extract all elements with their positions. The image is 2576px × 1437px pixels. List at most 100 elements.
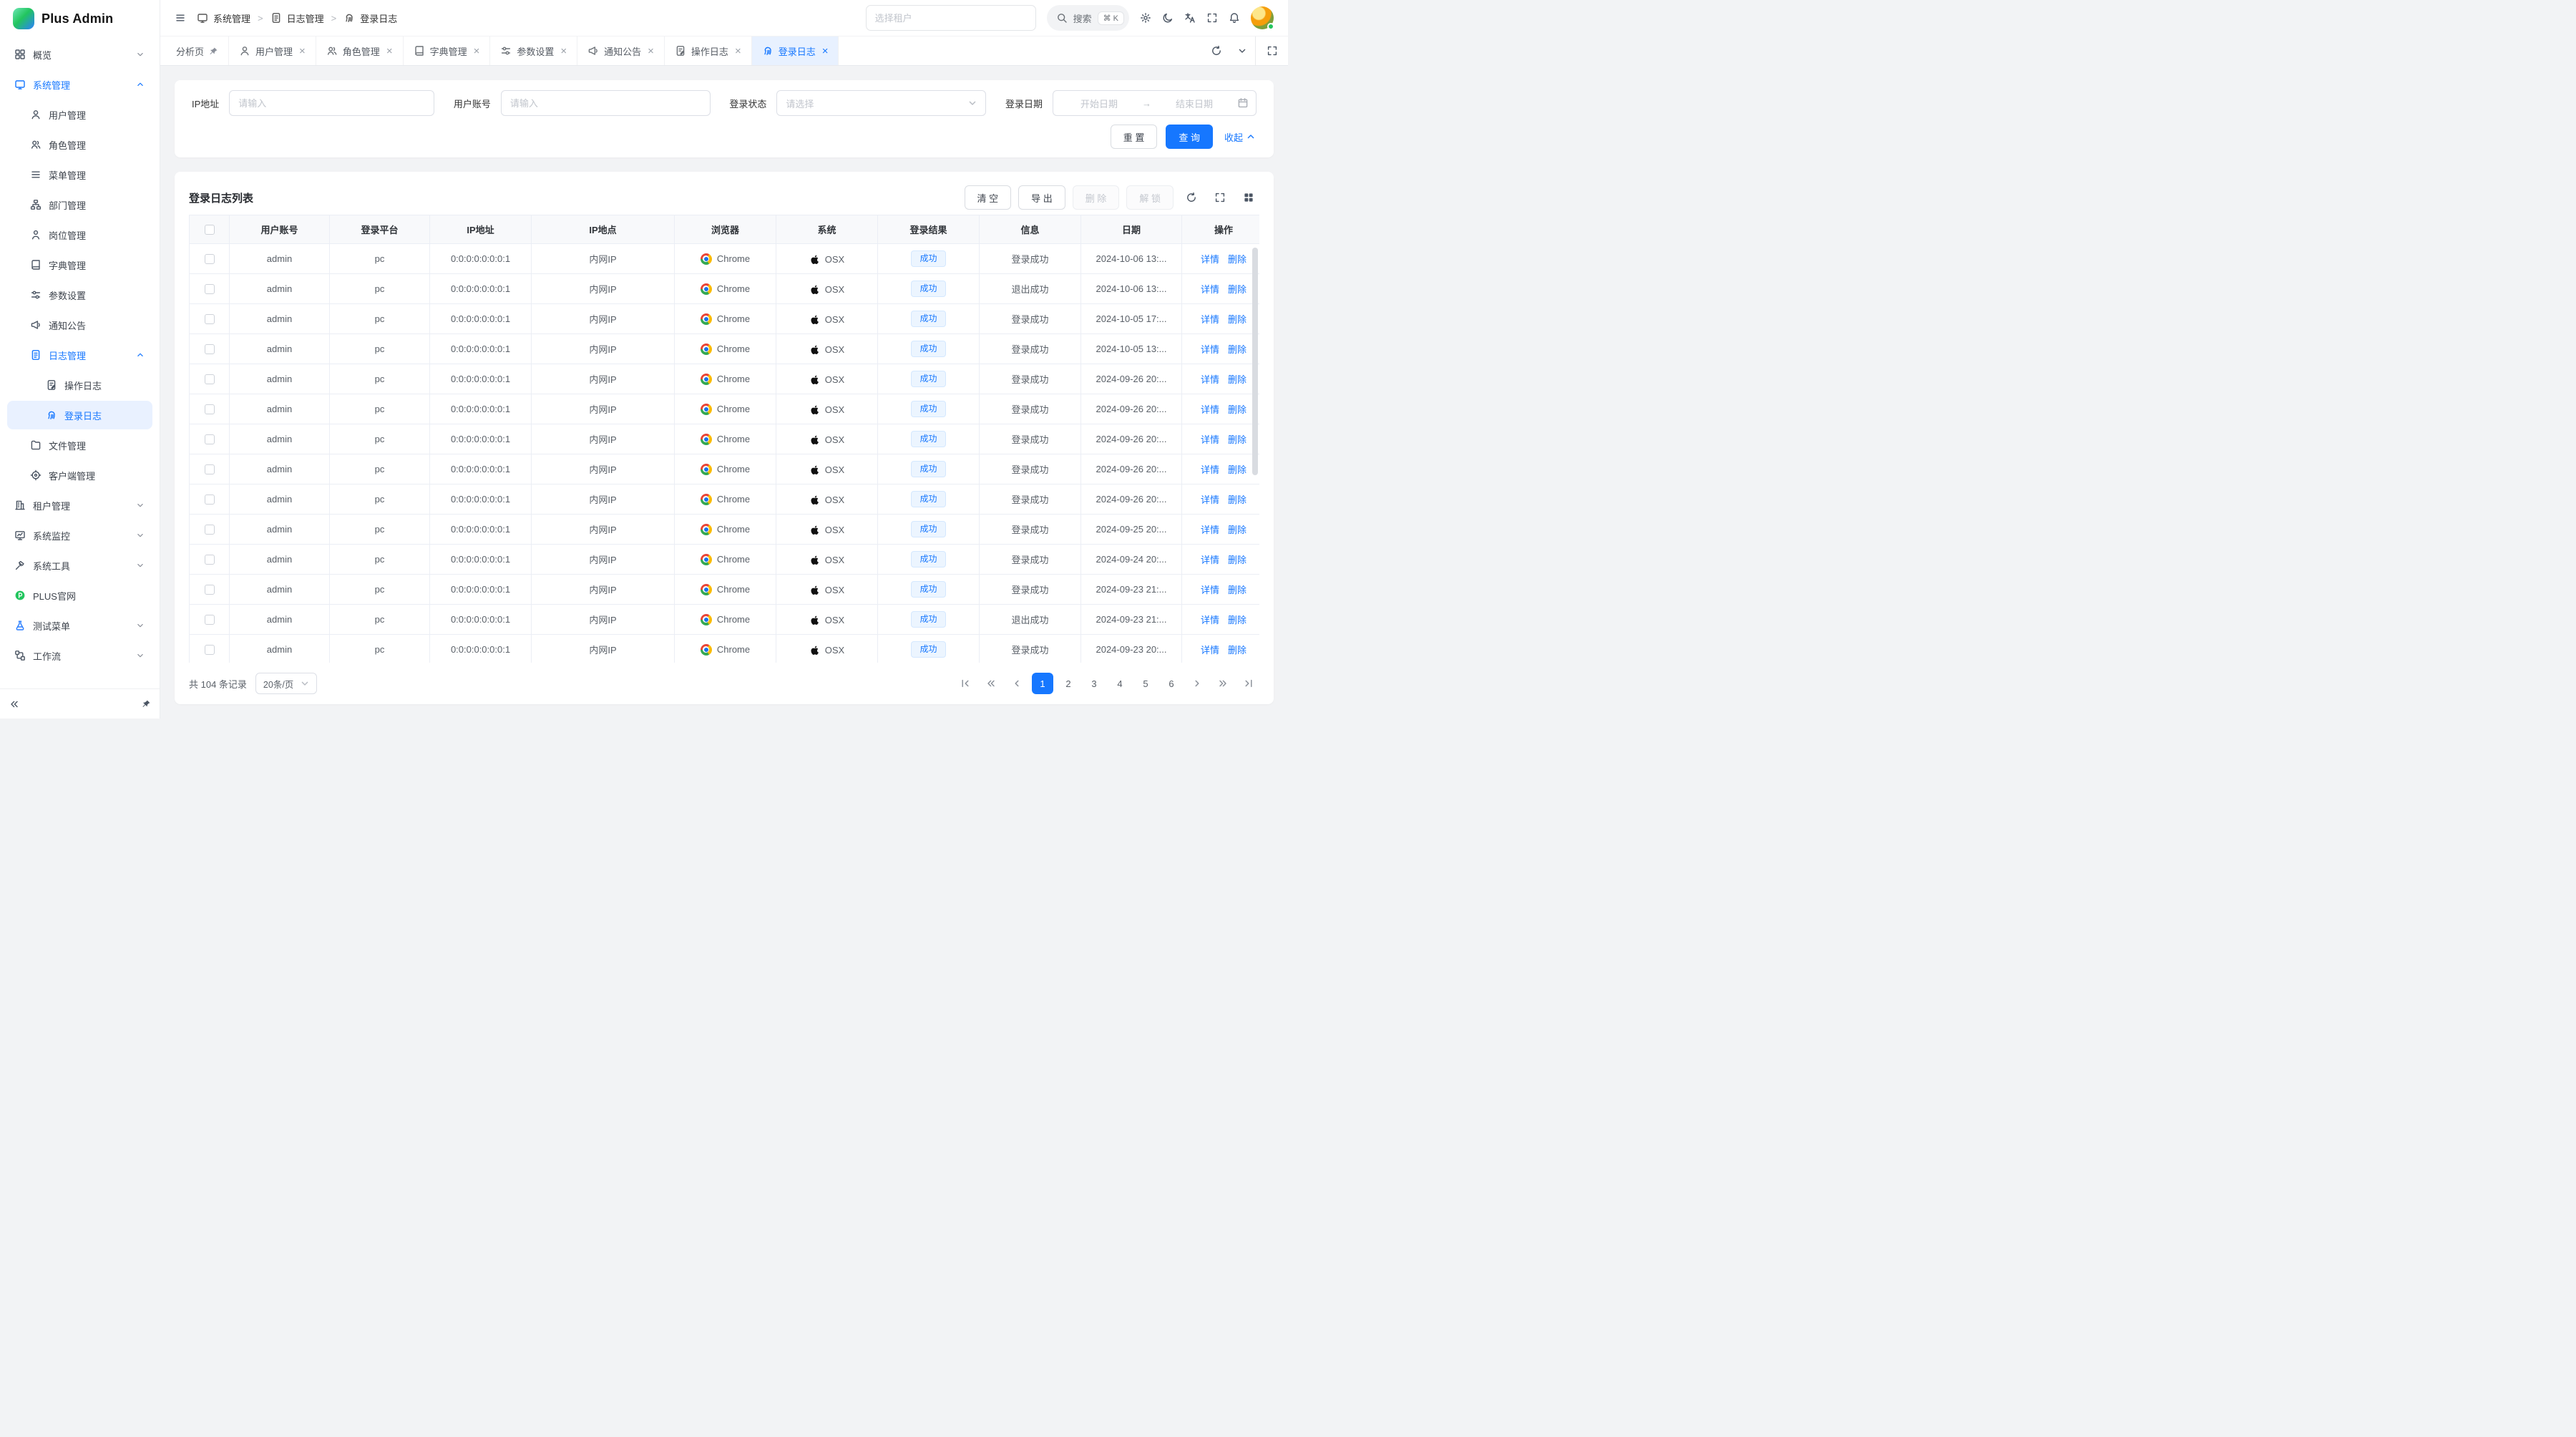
- row-checkbox[interactable]: [205, 495, 215, 505]
- first-page-button[interactable]: [955, 673, 976, 694]
- content-fullscreen-icon[interactable]: [1255, 36, 1288, 65]
- select-all-checkbox[interactable]: [205, 225, 215, 235]
- sidebar-item-plus-site[interactable]: PLUS官网: [7, 581, 152, 610]
- sidebar-item-system[interactable]: 系统管理: [7, 70, 152, 99]
- page-4-button[interactable]: 4: [1109, 673, 1131, 694]
- detail-link[interactable]: 详情: [1201, 434, 1219, 445]
- detail-link[interactable]: 详情: [1201, 464, 1219, 475]
- delete-link[interactable]: 删除: [1228, 615, 1246, 625]
- refresh-table-icon[interactable]: [1181, 187, 1202, 208]
- sidebar-item-menu[interactable]: 菜单管理: [7, 160, 152, 189]
- table-scrollbar-thumb[interactable]: [1252, 248, 1258, 475]
- detail-link[interactable]: 详情: [1201, 585, 1219, 595]
- fullscreen-icon[interactable]: [1206, 12, 1218, 24]
- collapse-filter-link[interactable]: 收起: [1224, 130, 1257, 144]
- tab-item-3[interactable]: 字典管理×: [404, 36, 491, 65]
- page-6-button[interactable]: 6: [1161, 673, 1182, 694]
- tab-item-2[interactable]: 角色管理×: [316, 36, 404, 65]
- last-page-button[interactable]: [1238, 673, 1259, 694]
- delete-link[interactable]: 删除: [1228, 555, 1246, 565]
- detail-link[interactable]: 详情: [1201, 645, 1219, 656]
- delete-link[interactable]: 删除: [1228, 525, 1246, 535]
- page-3-button[interactable]: 3: [1083, 673, 1105, 694]
- global-search-button[interactable]: 搜索 ⌘ K: [1047, 5, 1129, 31]
- delete-link[interactable]: 删除: [1228, 464, 1246, 475]
- next-5-pages-button[interactable]: [1212, 673, 1234, 694]
- detail-link[interactable]: 详情: [1201, 374, 1219, 385]
- user-avatar[interactable]: [1251, 6, 1274, 29]
- sidebar-item-post[interactable]: 岗位管理: [7, 220, 152, 249]
- page-1-button[interactable]: 1: [1032, 673, 1053, 694]
- row-checkbox[interactable]: [205, 404, 215, 414]
- sidebar-item-test[interactable]: 测试菜单: [7, 611, 152, 640]
- status-select[interactable]: 请选择: [776, 90, 986, 116]
- date-range-picker[interactable]: 开始日期 → 结束日期: [1053, 90, 1257, 116]
- tab-item-6[interactable]: 操作日志×: [665, 36, 752, 65]
- dark-mode-moon-icon[interactable]: [1162, 12, 1174, 24]
- delete-link[interactable]: 删除: [1228, 284, 1246, 295]
- clear-button[interactable]: 清 空: [965, 185, 1012, 210]
- detail-link[interactable]: 详情: [1201, 525, 1219, 535]
- delete-link[interactable]: 删除: [1228, 434, 1246, 445]
- breadcrumb-item[interactable]: 系统管理: [197, 11, 250, 25]
- sidebar-item-param[interactable]: 参数设置: [7, 281, 152, 309]
- sidebar-item-workflow[interactable]: 工作流: [7, 641, 152, 670]
- sidebar-item-monitor[interactable]: 系统监控: [7, 521, 152, 550]
- prev-page-button[interactable]: [1006, 673, 1028, 694]
- row-checkbox[interactable]: [205, 434, 215, 444]
- page-2-button[interactable]: 2: [1058, 673, 1079, 694]
- notifications-bell-icon[interactable]: [1229, 12, 1240, 24]
- delete-link[interactable]: 删除: [1228, 374, 1246, 385]
- row-checkbox[interactable]: [205, 555, 215, 565]
- tab-item-7[interactable]: 登录日志×: [752, 36, 839, 65]
- tab-close-icon[interactable]: ×: [474, 46, 480, 57]
- pin-sidebar-icon[interactable]: [142, 699, 151, 708]
- translate-icon[interactable]: [1184, 12, 1196, 24]
- sidebar-item-notice[interactable]: 通知公告: [7, 311, 152, 339]
- table-fullscreen-icon[interactable]: [1209, 187, 1231, 208]
- row-checkbox[interactable]: [205, 585, 215, 595]
- tab-item-0[interactable]: 分析页: [166, 36, 229, 65]
- settings-gear-icon[interactable]: [1140, 12, 1151, 24]
- sidebar-item-dict[interactable]: 字典管理: [7, 250, 152, 279]
- detail-link[interactable]: 详情: [1201, 615, 1219, 625]
- row-checkbox[interactable]: [205, 615, 215, 625]
- page-size-select[interactable]: 20条/页: [255, 673, 317, 694]
- refresh-tab-icon[interactable]: [1204, 36, 1229, 65]
- delete-link[interactable]: 删除: [1228, 254, 1246, 265]
- tab-close-icon[interactable]: ×: [822, 46, 829, 57]
- delete-link[interactable]: 删除: [1228, 495, 1246, 505]
- tenant-select-input[interactable]: [866, 5, 1036, 31]
- sidebar-item-user[interactable]: 用户管理: [7, 100, 152, 129]
- tab-item-4[interactable]: 参数设置×: [490, 36, 577, 65]
- tab-item-1[interactable]: 用户管理×: [229, 36, 316, 65]
- breadcrumb-item[interactable]: 登录日志: [343, 11, 397, 25]
- ip-input[interactable]: [229, 90, 434, 116]
- sidebar-item-loginlog[interactable]: 登录日志: [7, 401, 152, 429]
- detail-link[interactable]: 详情: [1201, 555, 1219, 565]
- export-button[interactable]: 导 出: [1018, 185, 1065, 210]
- page-5-button[interactable]: 5: [1135, 673, 1156, 694]
- row-checkbox[interactable]: [205, 645, 215, 655]
- detail-link[interactable]: 详情: [1201, 344, 1219, 355]
- row-checkbox[interactable]: [205, 254, 215, 264]
- tab-item-5[interactable]: 通知公告×: [577, 36, 665, 65]
- sidebar-item-tenant[interactable]: 租户管理: [7, 491, 152, 520]
- hamburger-menu-icon[interactable]: [175, 12, 186, 24]
- delete-link[interactable]: 删除: [1228, 585, 1246, 595]
- delete-link[interactable]: 删除: [1228, 645, 1246, 656]
- prev-5-pages-button[interactable]: [980, 673, 1002, 694]
- detail-link[interactable]: 详情: [1201, 404, 1219, 415]
- tab-options-chevron-icon[interactable]: [1229, 36, 1255, 65]
- tab-close-icon[interactable]: ×: [560, 46, 567, 57]
- collapse-sidebar-icon[interactable]: [9, 698, 20, 710]
- sidebar-item-dept[interactable]: 部门管理: [7, 190, 152, 219]
- sidebar-item-tools[interactable]: 系统工具: [7, 551, 152, 580]
- reset-button[interactable]: 重 置: [1111, 125, 1158, 149]
- tab-close-icon[interactable]: ×: [648, 46, 654, 57]
- detail-link[interactable]: 详情: [1201, 254, 1219, 265]
- breadcrumb-item[interactable]: 日志管理: [270, 11, 324, 25]
- delete-link[interactable]: 删除: [1228, 344, 1246, 355]
- sidebar-item-role[interactable]: 角色管理: [7, 130, 152, 159]
- row-checkbox[interactable]: [205, 525, 215, 535]
